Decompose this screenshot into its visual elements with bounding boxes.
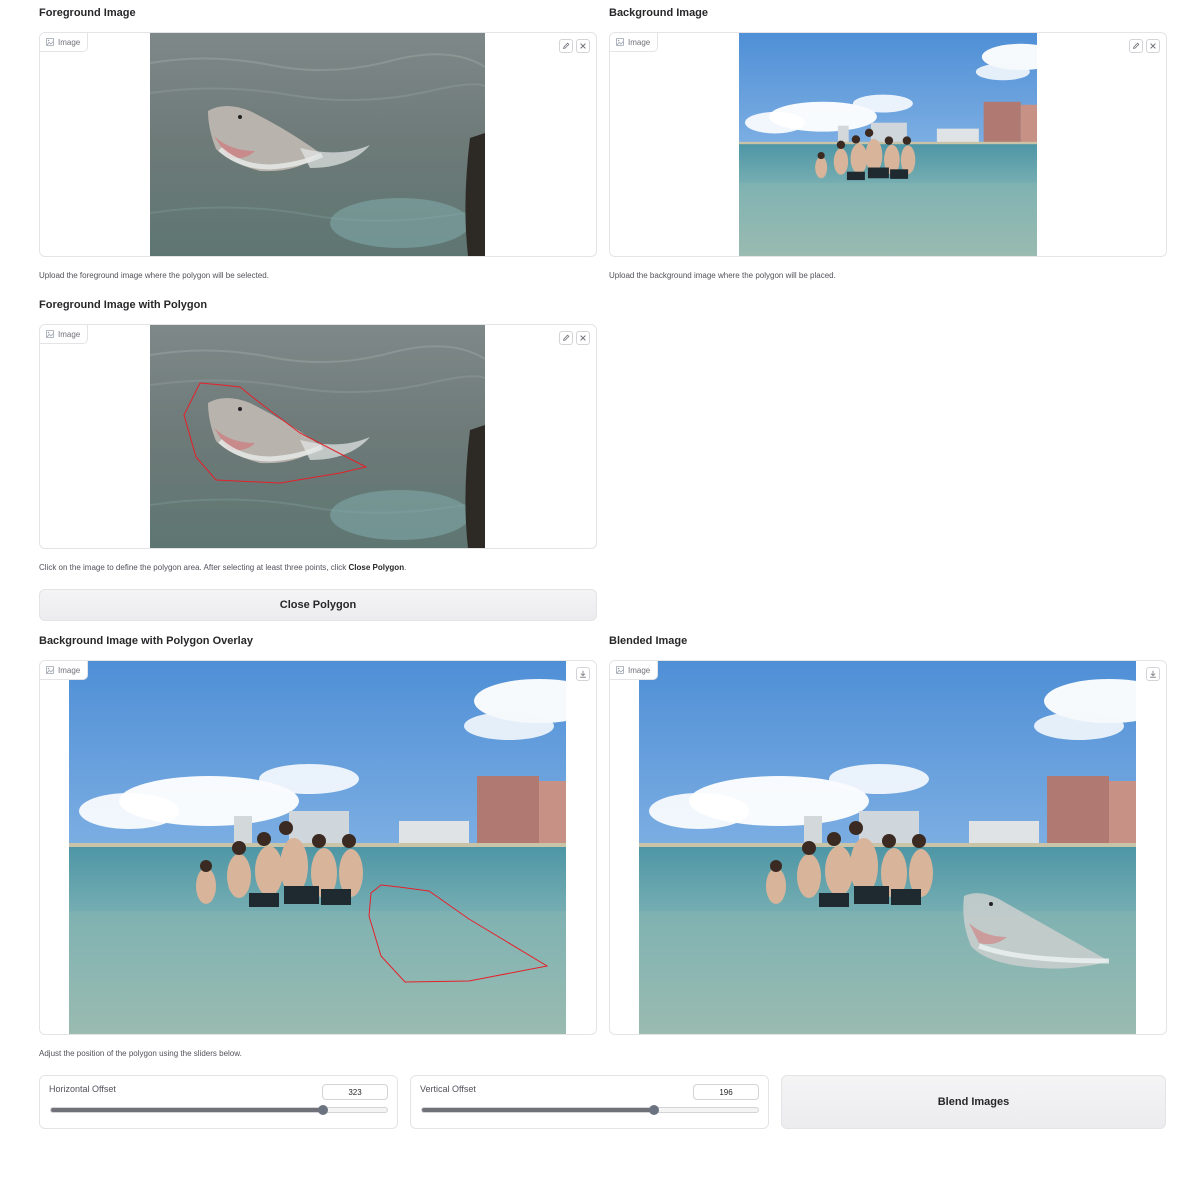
polygon-panel-label: Foreground Image with Polygon: [39, 299, 208, 311]
horizontal-offset-input[interactable]: 323: [322, 1084, 388, 1100]
image-icon: [46, 666, 54, 674]
download-button[interactable]: [1146, 667, 1160, 681]
horizontal-offset-label: Horizontal Offset: [49, 1084, 116, 1094]
image-badge-label: Image: [58, 665, 81, 675]
background-image[interactable]: [739, 33, 1037, 256]
background-hint: Upload the background image where the po…: [609, 271, 836, 280]
vertical-offset-fill: [422, 1108, 654, 1112]
vertical-offset-label: Vertical Offset: [420, 1084, 476, 1094]
edit-icon: [563, 42, 570, 49]
foreground-label: Foreground Image: [39, 7, 136, 19]
clear-button[interactable]: [576, 39, 590, 53]
image-badge: Image: [610, 661, 659, 680]
background-label: Background Image: [609, 7, 709, 19]
slider-hint: Adjust the position of the polygon using…: [39, 1049, 242, 1058]
edit-button[interactable]: [559, 39, 573, 53]
image-tools: [1129, 39, 1160, 53]
image-tools: [559, 39, 590, 53]
horizontal-offset-track[interactable]: [50, 1105, 388, 1115]
vertical-offset-track[interactable]: [421, 1105, 759, 1115]
polygon-image-panel[interactable]: Image: [39, 324, 597, 549]
image-badge: Image: [610, 33, 659, 52]
image-badge: Image: [40, 661, 89, 680]
blended-panel-label: Blended Image: [609, 635, 688, 647]
image-badge-label: Image: [628, 665, 651, 675]
image-badge-label: Image: [58, 37, 81, 47]
horizontal-offset-slider-box: Horizontal Offset 323: [39, 1075, 398, 1129]
overlay-panel-label: Background Image with Polygon Overlay: [39, 635, 253, 647]
image-badge: Image: [40, 33, 89, 52]
image-icon: [616, 38, 624, 46]
image-icon: [616, 666, 624, 674]
image-tools: [576, 667, 590, 681]
download-button[interactable]: [576, 667, 590, 681]
edit-icon: [1133, 42, 1140, 49]
image-badge-label: Image: [628, 37, 651, 47]
download-icon: [580, 670, 586, 678]
close-icon: [1150, 43, 1156, 49]
vertical-offset-thumb[interactable]: [648, 1105, 659, 1115]
vertical-offset-slider-box: Vertical Offset 196: [410, 1075, 769, 1129]
edit-button[interactable]: [559, 331, 573, 345]
close-icon: [580, 43, 586, 49]
background-image-panel[interactable]: Image: [609, 32, 1167, 257]
foreground-hint: Upload the foreground image where the po…: [39, 271, 269, 280]
close-polygon-button[interactable]: Close Polygon: [39, 589, 597, 621]
foreground-image-panel[interactable]: Image: [39, 32, 597, 257]
overlay-image: [69, 661, 566, 1034]
image-tools: [1146, 667, 1160, 681]
download-icon: [1150, 670, 1156, 678]
clear-button[interactable]: [576, 331, 590, 345]
blended-image-panel: Image: [609, 660, 1167, 1035]
polygon-hint: Click on the image to define the polygon…: [39, 563, 407, 572]
edit-button[interactable]: [1129, 39, 1143, 53]
blended-image: [639, 661, 1136, 1034]
vertical-offset-input[interactable]: 196: [693, 1084, 759, 1100]
clear-button[interactable]: [1146, 39, 1160, 53]
horizontal-offset-fill: [51, 1108, 324, 1112]
foreground-image[interactable]: [150, 33, 485, 256]
image-tools: [559, 331, 590, 345]
image-badge-label: Image: [58, 329, 81, 339]
overlay-image-panel: Image: [39, 660, 597, 1035]
close-icon: [580, 335, 586, 341]
horizontal-offset-thumb[interactable]: [318, 1105, 329, 1115]
edit-icon: [563, 334, 570, 341]
image-icon: [46, 38, 54, 46]
image-badge: Image: [40, 325, 89, 344]
image-icon: [46, 330, 54, 338]
polygon-image[interactable]: [150, 325, 485, 548]
blend-images-button[interactable]: Blend Images: [781, 1075, 1166, 1129]
